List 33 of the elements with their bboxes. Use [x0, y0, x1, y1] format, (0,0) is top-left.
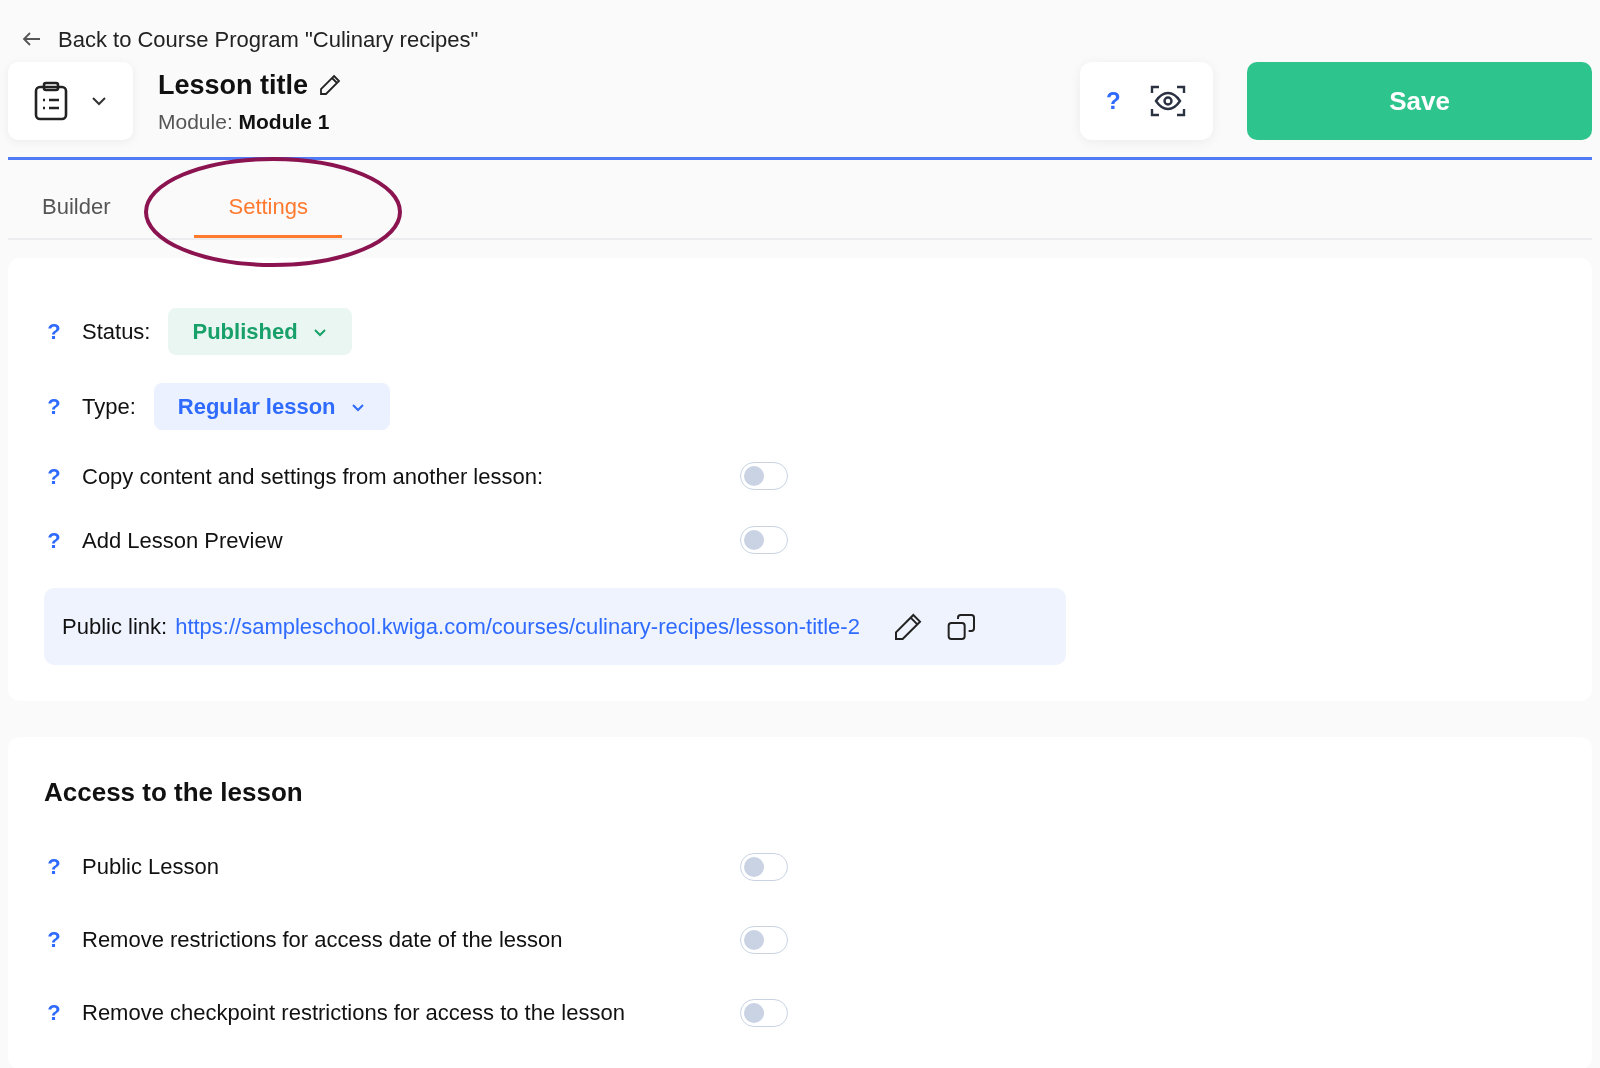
public-link-label: Public link:	[62, 613, 168, 641]
toggle-switch[interactable]	[740, 462, 788, 490]
clipboard-icon	[32, 81, 69, 121]
toggle-switch[interactable]	[740, 925, 788, 954]
lesson-type-dropdown[interactable]	[8, 62, 133, 140]
tab[interactable]: Builder	[16, 178, 137, 238]
select-dropdown[interactable]: Regular lesson	[153, 383, 390, 430]
help-icon[interactable]: ?	[44, 923, 64, 956]
lesson-title: Lesson title	[158, 69, 309, 102]
toggle-switch[interactable]	[740, 852, 788, 881]
help-icon[interactable]: ?	[44, 459, 64, 493]
help-icon[interactable]: ?	[44, 315, 64, 348]
section-heading: Access to the lesson	[44, 776, 304, 809]
select-dropdown[interactable]: Published	[168, 308, 352, 355]
help-icon[interactable]: ?	[44, 390, 64, 423]
module-label: Module: Module 1	[158, 108, 331, 135]
preview-eye-icon[interactable]	[1148, 83, 1187, 119]
toggle-switch[interactable]	[740, 526, 788, 554]
help-icon[interactable]: ?	[44, 523, 64, 557]
setting-label: Copy content and settings from another lesson:	[82, 462, 545, 491]
setting-label: Remove checkpoint restrictions for access to the lesson	[82, 999, 626, 1027]
pencil-icon[interactable]	[318, 73, 343, 98]
public-link-url[interactable]: https://sampleschool.kwiga.com/courses/culinary-recipes/lesson-title-2	[175, 610, 860, 643]
back-link[interactable]: Back to Course Program "Culinary recipes"	[58, 22, 479, 56]
setting-label: Remove restrictions for access date of the lesson	[82, 926, 564, 954]
setting-label: Status:	[82, 318, 151, 346]
help-icon[interactable]: ?	[44, 850, 64, 883]
setting-label: Type:	[82, 393, 136, 421]
toggle-switch[interactable]	[740, 998, 788, 1027]
help-icon[interactable]: ?	[44, 996, 64, 1029]
setting-label: Public Lesson	[82, 853, 220, 881]
help-button[interactable]: ?	[1106, 83, 1121, 119]
setting-label: Add Lesson Preview	[82, 526, 284, 555]
